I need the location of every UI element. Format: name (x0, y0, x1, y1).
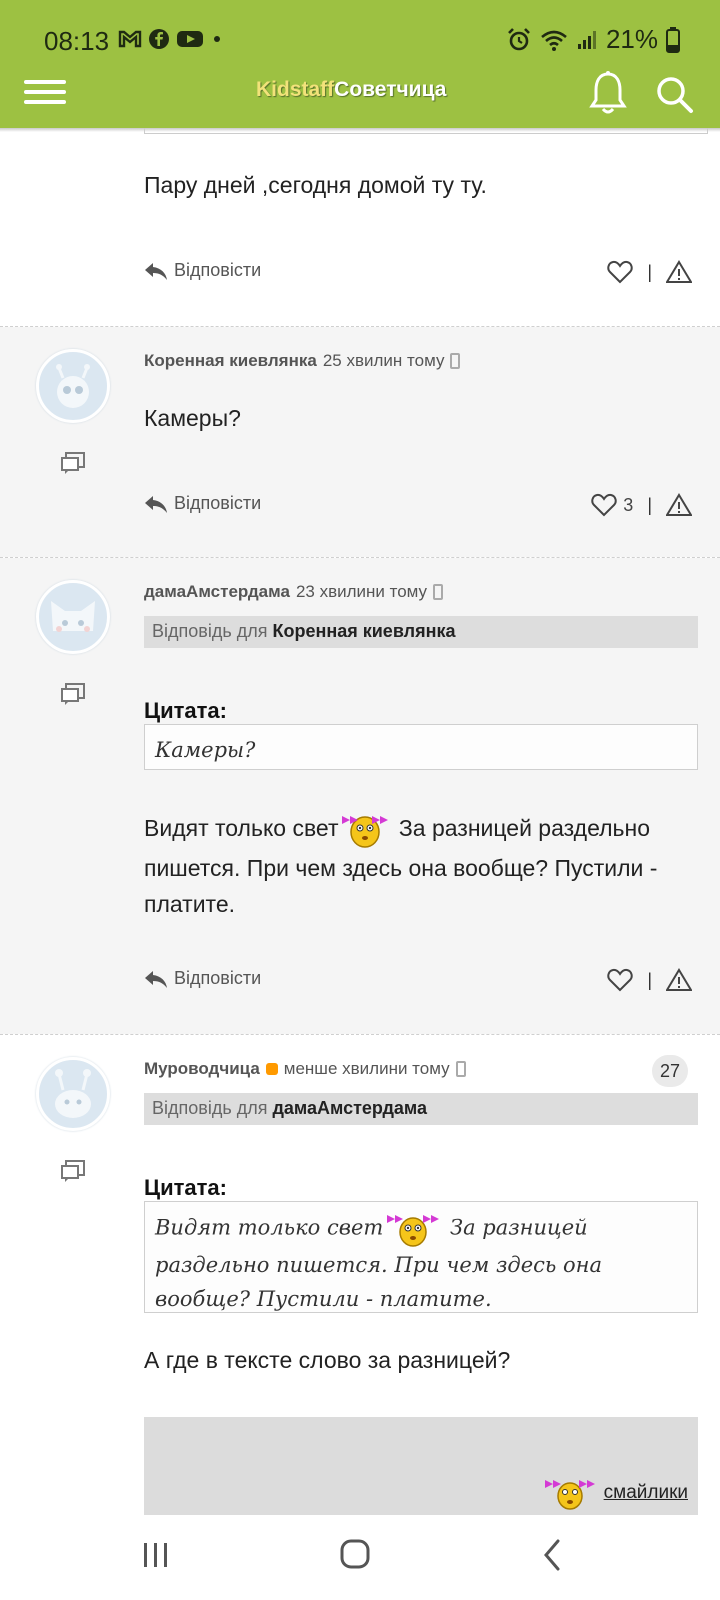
reply-to-prefix: Відповідь для (152, 621, 268, 641)
quote-text: Камеры? (155, 738, 256, 762)
smiley-emoji-icon (544, 1480, 595, 1510)
reply-arrow-icon (145, 262, 167, 280)
facebook-icon (149, 29, 169, 49)
like-heart-icon[interactable] (607, 260, 633, 284)
quote-label: Цитата: (144, 1175, 227, 1200)
action-separator: | (647, 494, 652, 515)
quote-reply-icon[interactable] (60, 1159, 86, 1183)
quote-reply-icon[interactable] (60, 451, 86, 475)
logo-sovetchica: Советчица (334, 78, 447, 101)
app-bar: KidstaffСоветчица (0, 70, 720, 128)
post-item: дамаАмстердама 23 хвилини тому Відповідь… (0, 558, 720, 1034)
quote-box: Камеры? (144, 724, 698, 770)
smileys-link[interactable]: смайлики (542, 1475, 688, 1511)
report-warning-icon[interactable] (666, 968, 692, 992)
post-meta: Коренная киевлянка 25 хвилин тому (144, 351, 461, 371)
mobile-icon (433, 584, 444, 600)
thread-content: Пару дней ,сегодня домой ту ту. Відповіс… (0, 128, 720, 1515)
gmail-icon (118, 30, 142, 48)
avatar[interactable] (36, 580, 110, 654)
post-actions: Відповісти 3 | (144, 493, 708, 523)
author-name[interactable]: Муроводчица (144, 1059, 260, 1079)
notification-icons (118, 28, 224, 50)
avatar[interactable] (36, 1057, 110, 1131)
author-name[interactable]: Коренная киевлянка (144, 351, 317, 371)
post-text: Камеры? (144, 405, 241, 431)
reply-arrow-icon (145, 495, 167, 513)
like-heart-icon[interactable] (591, 493, 617, 517)
reply-to-prefix: Відповідь для (152, 1098, 268, 1118)
smileys-link-label: смайлики (603, 1482, 688, 1503)
reply-to-author[interactable]: дамаАмстердама (272, 1098, 427, 1118)
post-meta: Муроводчица менше хвилини тому (144, 1059, 466, 1079)
battery-icon (666, 26, 680, 53)
cat-avatar-icon (51, 601, 95, 632)
reply-editor[interactable]: смайлики (144, 1417, 698, 1515)
quote-text-part1: Видят только свет (155, 1215, 384, 1240)
system-nav-bar (0, 1515, 720, 1600)
status-bar: 08:13 21% (0, 0, 720, 70)
wifi-icon (541, 30, 567, 51)
post-time: 23 хвилини тому (295, 582, 428, 601)
home-icon[interactable] (324, 1535, 384, 1575)
reply-button[interactable]: Відповісти (144, 968, 261, 989)
logo-kidstaff: Kidstaff (256, 78, 335, 101)
quote-box: Видят только свет За разницей раздельно … (144, 1201, 698, 1313)
mobile-icon (455, 1061, 466, 1077)
signal-icon (577, 30, 596, 49)
reply-button[interactable]: Відповісти (144, 493, 261, 514)
smiley-emoji-icon (342, 816, 389, 848)
quote-label: Цитата: (144, 698, 227, 723)
avatar[interactable] (36, 349, 110, 423)
action-separator: | (647, 261, 652, 282)
comment-actions: Відповісти | (144, 260, 708, 290)
youtube-icon (177, 31, 203, 47)
site-logo[interactable]: KidstaffСоветчица (256, 78, 446, 102)
reply-button[interactable]: Відповісти (144, 260, 261, 281)
smiley-emoji-icon (387, 1215, 440, 1247)
mobile-icon (450, 353, 461, 369)
reply-to-banner: Відповідь для Коренная киевлянка (144, 616, 698, 648)
post-text: Видят только свет За разницей раздельно … (144, 810, 684, 922)
post-time: 25 хвилин тому (322, 351, 445, 370)
recent-apps-icon[interactable] (126, 1535, 186, 1575)
post-time: менше хвилини тому (283, 1059, 450, 1078)
post-item: Коренная киевлянка 25 хвилин тому Камеры… (0, 327, 720, 557)
post-text: А где в тексте слово за разницей? (144, 1347, 511, 1373)
battery-percent: 21% (605, 24, 658, 54)
alarm-icon (508, 27, 530, 50)
menu-button[interactable] (24, 74, 66, 110)
post-meta: дамаАмстердама 23 хвилини тому (144, 582, 444, 602)
snail-avatar-icon (55, 1069, 91, 1118)
quote-reply-icon[interactable] (60, 682, 86, 706)
reply-to-banner: Відповідь для дамаАмстердама (144, 1093, 698, 1125)
like-count: 3 (623, 494, 634, 515)
search-icon[interactable] (654, 74, 694, 114)
reply-label: Відповісти (174, 968, 262, 988)
post-item: Муроводчица менше хвилини тому 27 Відпов… (0, 1035, 720, 1515)
reply-label: Відповісти (174, 260, 262, 280)
notifications-bell-icon[interactable] (588, 70, 628, 116)
reply-to-author[interactable]: Коренная киевлянка (272, 621, 455, 641)
action-separator: | (647, 969, 652, 990)
comment-text: Пару дней ,сегодня домой ту ту. (144, 172, 487, 198)
report-warning-icon[interactable] (666, 260, 692, 284)
reply-arrow-icon (145, 970, 167, 988)
reply-label: Відповісти (174, 493, 262, 513)
back-icon[interactable] (522, 1535, 582, 1575)
author-name[interactable]: дамаАмстердама (144, 582, 290, 602)
online-status-icon (265, 1063, 278, 1075)
post-actions: Відповісти | (144, 968, 708, 998)
post-text-part1: Видят только свет (144, 815, 339, 842)
alien-avatar-icon (56, 364, 90, 408)
previous-quote-box-edge (144, 128, 708, 134)
more-notifications-dot (214, 36, 220, 42)
status-time: 08:13 (44, 26, 110, 56)
post-count-badge: 27 (652, 1055, 688, 1087)
like-heart-icon[interactable] (607, 968, 633, 992)
report-warning-icon[interactable] (666, 493, 692, 517)
